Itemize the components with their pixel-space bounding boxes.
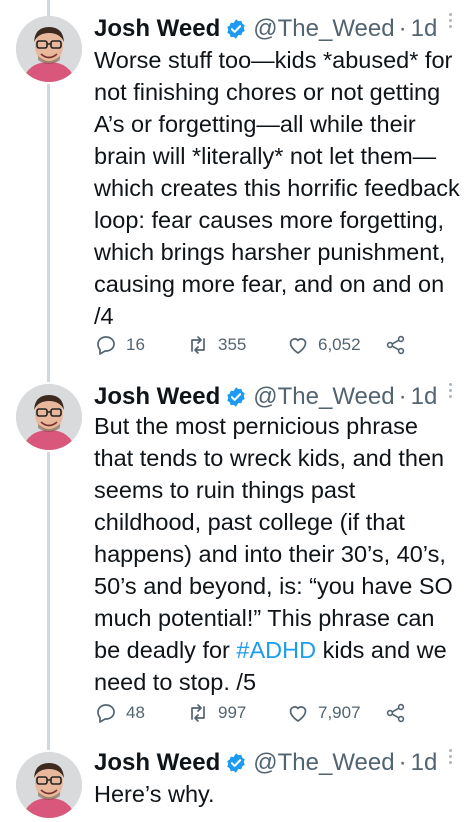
author-name[interactable]: Josh Weed <box>94 14 220 44</box>
tweet-header: Josh Weed @The_Weed · 1d <box>94 12 464 46</box>
tweet[interactable]: Josh Weed @The_Weed · 1d Worse stuff too… <box>0 0 474 372</box>
tweet-text-part: But the most pernicious phrase that tend… <box>94 413 460 663</box>
more-icon[interactable] <box>442 378 458 402</box>
reply-count: 16 <box>126 335 145 354</box>
tweet-actions: 16 355 6,052 <box>94 330 424 360</box>
avatar[interactable] <box>16 16 82 82</box>
reply-count: 48 <box>126 703 145 722</box>
tweet-header: Josh Weed @The_Weed · 1d <box>94 380 464 414</box>
timestamp[interactable]: 1d <box>411 382 438 412</box>
author-handle[interactable]: @The_Weed <box>253 748 394 778</box>
tweet[interactable]: Josh Weed @The_Weed · 1d Here’s why. <box>0 740 474 822</box>
more-icon[interactable] <box>442 744 458 768</box>
tweet-actions: 48 997 7,907 <box>94 698 424 728</box>
avatar-photo <box>16 752 82 818</box>
tweet-text: Worse stuff too—kids *abused* for not fi… <box>94 47 467 329</box>
reply-icon <box>97 704 115 723</box>
avatar-photo <box>16 16 82 82</box>
verified-badge-icon <box>227 753 245 773</box>
share-icon <box>386 335 405 355</box>
avatar[interactable] <box>16 384 82 450</box>
tweet[interactable]: Josh Weed @The_Weed · 1d But the most pe… <box>0 372 474 740</box>
retweet-button[interactable]: 355 <box>186 333 286 357</box>
retweet-icon <box>191 336 205 354</box>
tweet-text: Here’s why. <box>94 781 215 807</box>
share-button[interactable] <box>384 701 408 725</box>
retweet-count: 997 <box>218 703 247 722</box>
like-button[interactable]: 6,052 <box>286 333 384 357</box>
reply-button[interactable]: 48 <box>94 701 186 725</box>
reply-icon <box>97 336 115 355</box>
timestamp[interactable]: 1d <box>411 14 438 44</box>
avatar-photo <box>16 384 82 450</box>
retweet-button[interactable]: 997 <box>186 701 286 725</box>
separator-dot: · <box>398 15 407 42</box>
tweet-text: But the most pernicious phrase that tend… <box>94 410 460 698</box>
author-handle[interactable]: @The_Weed <box>253 14 394 44</box>
timestamp[interactable]: 1d <box>411 748 438 778</box>
like-button[interactable]: 7,907 <box>286 701 384 725</box>
like-count: 7,907 <box>318 703 361 722</box>
like-icon <box>289 338 307 354</box>
avatar[interactable] <box>16 752 82 818</box>
reply-button[interactable]: 16 <box>94 333 186 357</box>
author-handle[interactable]: @The_Weed <box>253 382 394 412</box>
separator-dot: · <box>398 749 407 776</box>
like-icon <box>289 706 307 722</box>
verified-badge-icon <box>227 387 245 407</box>
retweet-count: 355 <box>218 335 247 354</box>
separator-dot: · <box>398 383 407 410</box>
tweet-header: Josh Weed @The_Weed · 1d <box>94 746 464 780</box>
retweet-icon <box>191 704 205 722</box>
author-name[interactable]: Josh Weed <box>94 748 220 778</box>
hashtag-link[interactable]: #ADHD <box>236 637 316 663</box>
verified-badge-icon <box>227 19 245 39</box>
author-name[interactable]: Josh Weed <box>94 382 220 412</box>
more-icon[interactable] <box>442 8 458 32</box>
like-count: 6,052 <box>318 335 361 354</box>
share-button[interactable] <box>384 333 408 357</box>
share-icon <box>386 703 405 723</box>
